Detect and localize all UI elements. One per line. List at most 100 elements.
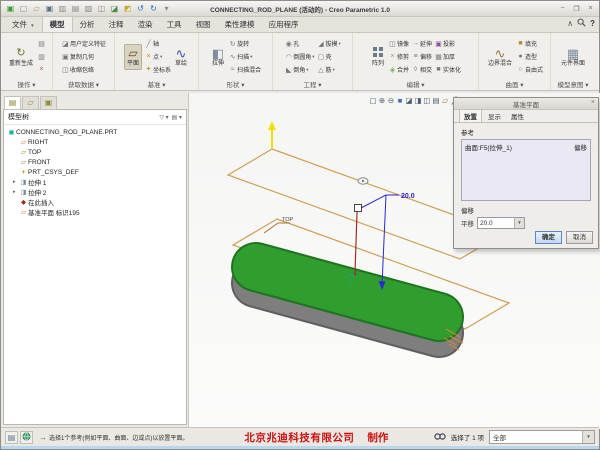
tab-model-tree[interactable]: ▤ <box>4 96 21 110</box>
drag-handle[interactable] <box>354 204 362 212</box>
tree-item-extrude-1[interactable]: ▸ ◨ 拉伸 1 <box>4 177 186 187</box>
udf-button[interactable]: ◪ 用户定义特征 <box>61 37 106 50</box>
window-icon[interactable]: ◫ <box>96 3 107 14</box>
extrude-button[interactable]: ◧ 拉伸 <box>210 45 226 69</box>
tab-annotate[interactable]: 注释 <box>102 17 131 32</box>
tab-render[interactable]: 渲染 <box>131 17 160 32</box>
tree-item-insert-here[interactable]: ◆ 在此插入 <box>4 197 186 207</box>
group-label-engineering[interactable]: 工程 ▾ <box>273 79 352 90</box>
cancel-button[interactable]: 取消 <box>566 231 593 244</box>
group-label-operations[interactable]: 操作 ▾ <box>1 79 52 90</box>
regenerate-button[interactable]: ↻ 重新生成 <box>7 45 35 69</box>
pattern-button[interactable]: 阵列 <box>370 45 386 69</box>
shrinkwrap-button[interactable]: ◫ 收缩包络 <box>61 63 106 76</box>
references-list[interactable]: 曲面:F5(拉伸_1) 偏移 <box>461 139 591 201</box>
top-datum-tag[interactable]: TOP <box>282 217 294 223</box>
sketch-button[interactable]: ∿ 草绘 <box>173 45 189 69</box>
tab-file[interactable]: 文件 ▼ <box>5 17 42 32</box>
delete-button[interactable]: × <box>37 63 46 76</box>
tab-favorites[interactable]: ▣ <box>40 96 57 110</box>
tab-model[interactable]: 模型 <box>41 16 73 32</box>
thicken-button[interactable]: ▦ 加厚 <box>434 50 461 63</box>
dialog-close-icon[interactable]: × <box>591 99 595 106</box>
tree-item-extrude-2[interactable]: ▸ ◨ 拉伸 2 <box>4 187 186 197</box>
repaint-icon[interactable]: ■ <box>396 95 404 106</box>
reference-row[interactable]: 曲面:F5(拉伸_1) 偏移 <box>465 142 587 152</box>
save-as-icon[interactable]: ▥ <box>57 3 68 14</box>
reference-constraint[interactable]: 偏移 <box>574 142 587 152</box>
new-file-icon[interactable]: ▢ <box>18 3 29 14</box>
panel-splitter[interactable] <box>188 93 189 429</box>
zoom-in-icon[interactable]: ⊕ <box>378 95 386 106</box>
tree-item-part[interactable]: ▣ CONNECTING_ROD_PLANE.PRT <box>4 127 186 137</box>
sweep-button[interactable]: ∿ 扫描 ▾ <box>228 50 261 63</box>
section-view-icon[interactable]: ▤ <box>432 95 440 106</box>
dialog-tab-display[interactable]: 显示 <box>484 110 505 122</box>
tree-settings-icon[interactable]: ▤ ▾ <box>172 114 182 121</box>
minimize-icon[interactable]: − <box>558 5 567 13</box>
group-label-model-intent[interactable]: 模型意图 ▾ <box>551 79 595 90</box>
copy-button[interactable]: ▤ <box>37 37 46 50</box>
solidify-button[interactable]: ■ 实体化 <box>434 63 461 76</box>
group-label-shapes[interactable]: 形状 ▾ <box>199 79 272 90</box>
regenerate-quick-icon[interactable]: ◪ <box>109 3 120 14</box>
merge-button[interactable]: ◈ 合并 <box>388 63 409 76</box>
tree-item-csys[interactable]: + PRT_CSYS_DEF <box>4 167 186 177</box>
shell-button[interactable]: ▢ 壳 <box>317 50 341 63</box>
find-icon[interactable] <box>434 432 446 443</box>
tab-flexible-modeling[interactable]: 柔性建模 <box>218 17 262 32</box>
refit-icon[interactable]: ▢ <box>369 95 377 106</box>
freestyle-button[interactable]: ○ 自由式 <box>516 63 543 76</box>
axis-button[interactable]: ╱ 轴 <box>144 37 171 50</box>
tab-analysis[interactable]: 分析 <box>73 17 102 32</box>
draft-button[interactable]: ◢ 拔模 ▾ <box>317 37 340 50</box>
ok-button[interactable]: 确定 <box>535 231 562 244</box>
swept-blend-button[interactable]: ≈ 扫描混合 <box>228 63 261 76</box>
group-label-editing[interactable]: 编辑 ▾ <box>353 79 478 90</box>
close-window-icon[interactable]: ▧ <box>83 3 94 14</box>
display-style-icon[interactable]: ◪ <box>405 95 413 106</box>
component-interface-button[interactable]: ▦ 元件界面 <box>559 45 587 69</box>
dialog-title-bar[interactable]: 基准平面 × <box>454 98 598 110</box>
undo-icon[interactable]: ↺ <box>135 3 146 14</box>
group-label-get-data[interactable]: 获取数据 ▾ <box>53 79 114 90</box>
redo-icon[interactable]: ↻ <box>148 3 159 14</box>
qat-more-icon[interactable]: ▾ <box>161 3 172 14</box>
mirror-button[interactable]: ◫ 镜像 <box>388 37 409 50</box>
view-manager-icon[interactable]: ◫ <box>423 95 431 106</box>
open-file-icon[interactable]: ▱ <box>31 3 42 14</box>
tree-item-front-plane[interactable]: ▱ FRONT <box>4 157 186 167</box>
rib-button[interactable]: △ 筋 ▾ <box>317 63 341 76</box>
fill-button[interactable]: ■ 填充 <box>516 37 543 50</box>
tab-tools[interactable]: 工具 <box>160 17 189 32</box>
print-icon[interactable]: ▤ <box>70 3 81 14</box>
hole-button[interactable]: ◉ 孔 <box>284 37 314 50</box>
extend-button[interactable]: → 延伸 <box>411 37 432 50</box>
restore-icon[interactable]: ❐ <box>572 5 581 13</box>
tab-folder-browser[interactable]: ▱ <box>22 96 39 110</box>
navigator-toggle-icon[interactable]: ▤ <box>5 430 18 444</box>
tree-filter-icon[interactable]: ▽ ▾ <box>159 114 168 121</box>
chamfer-button[interactable]: ◣ 倒角 ▾ <box>284 63 314 76</box>
help-icon[interactable]: ? <box>590 19 595 29</box>
copy-geometry-button[interactable]: ▣ 复制几何 <box>61 50 106 63</box>
translation-input[interactable]: 20.0 ▼ <box>477 217 525 229</box>
boundary-blend-button[interactable]: ∿ 边界混合 <box>486 45 514 69</box>
tab-applications[interactable]: 应用程序 <box>262 17 306 32</box>
save-icon[interactable]: ▣ <box>44 3 55 14</box>
trim-button[interactable]: × 修剪 <box>388 50 409 63</box>
group-label-datum[interactable]: 基准 ▾ <box>115 79 198 90</box>
filter-dropdown-icon[interactable]: ▼ <box>582 431 594 443</box>
style-button[interactable]: ● 造型 <box>516 50 543 63</box>
point-button[interactable]: × 点 ▾ <box>144 50 171 63</box>
tree-item-top-plane[interactable]: ▱ TOP <box>4 147 186 157</box>
offset-button[interactable]: ≡ 偏移 <box>411 50 432 63</box>
close-icon[interactable]: × <box>586 5 595 13</box>
revolve-button[interactable]: ↻ 旋转 <box>228 37 261 50</box>
offset-dimension-value[interactable]: 20.0 <box>401 193 415 200</box>
saved-orientations-icon[interactable]: ◨ <box>414 95 422 106</box>
project-button[interactable]: ▣ 投影 <box>434 37 461 50</box>
tree-item-new-datum-plane[interactable]: ▱ 基准平面 标识195 <box>4 207 186 217</box>
plane-button[interactable]: ▱ 平面 <box>123 43 142 70</box>
round-button[interactable]: ◠ 倒圆角 ▾ <box>284 50 315 63</box>
